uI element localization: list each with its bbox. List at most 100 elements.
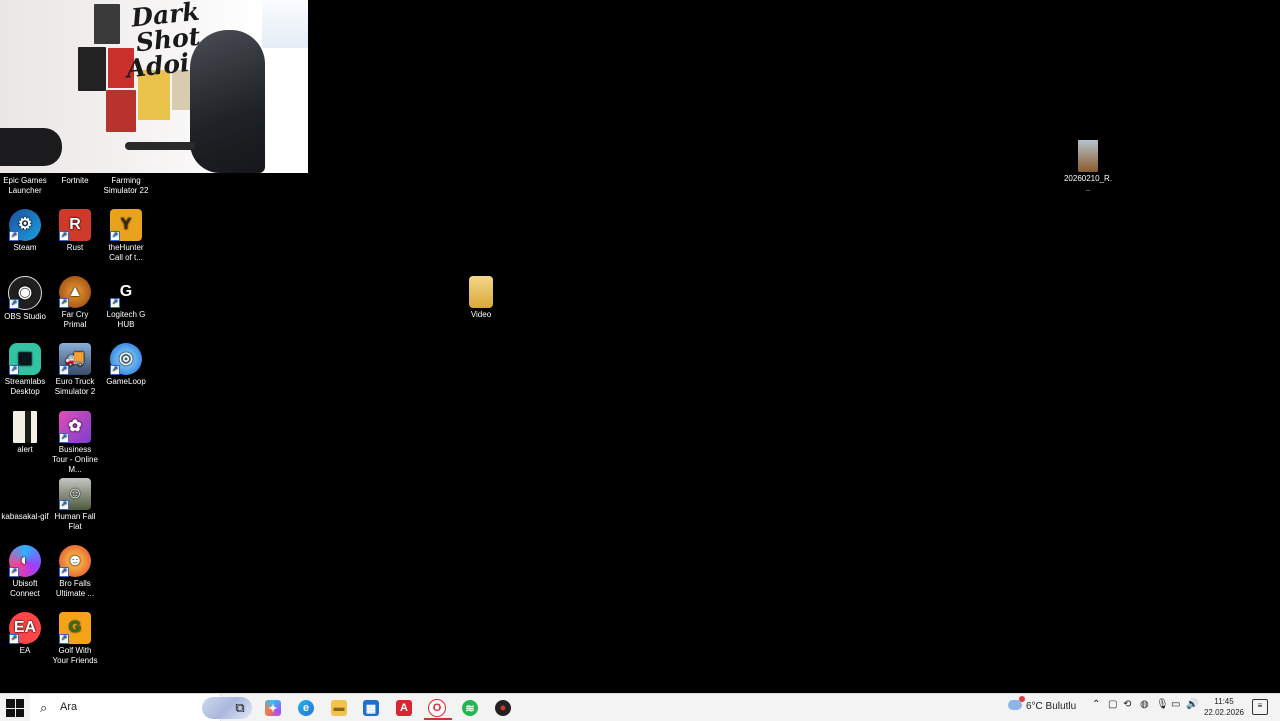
clock-time: 11:45: [1214, 697, 1234, 706]
chair: [190, 30, 265, 173]
notification-icon[interactable]: ≡: [1252, 699, 1268, 715]
obs-icon: ◉ ↗: [8, 276, 42, 310]
spotify-icon: ≋: [462, 700, 478, 716]
desktop-icon-gameloop[interactable]: ◎ ↗ GameLoop: [101, 343, 151, 387]
folder-icon: ▬: [331, 700, 347, 716]
desktop-icon-euro-truck-simulator-2[interactable]: 🚚 ↗ Euro Truck Simulator 2: [50, 343, 100, 397]
icon-label: Logitech G HUB: [106, 310, 146, 329]
network-icon[interactable]: ▭: [1171, 699, 1180, 710]
desktop-icon-streamlabs-desktop[interactable]: ▣ ↗ Streamlabs Desktop: [0, 343, 50, 397]
gameloop-icon: ◎ ↗: [110, 343, 142, 375]
icon-label: theHunter Call of t...: [108, 243, 144, 262]
clock[interactable]: 11:45 22.02.2026: [1198, 696, 1250, 718]
desktop-icon-alert[interactable]: alert: [0, 411, 50, 455]
task-view-button[interactable]: ⧉: [229, 697, 251, 719]
start-button[interactable]: [6, 699, 24, 717]
ubisoft-icon: ◐ ↗: [9, 545, 41, 577]
tray-sync-icon[interactable]: ⟲: [1123, 699, 1131, 710]
taskbar: ⌕ Ara ⧉ ✦ e ▬ ▦ A O ≋ ● 6°C Bulutlu ⌃ ▢ …: [0, 693, 1280, 721]
icon-label: Ubisoft Connect: [10, 579, 40, 598]
webcam-overlay: Dark Shot Adoist: [0, 0, 308, 173]
desktop-icon-logitech-g-hub[interactable]: G ↗ Logitech G HUB: [101, 276, 151, 330]
desktop-icon-obs-studio[interactable]: ◉ ↗ OBS Studio: [0, 276, 50, 322]
weather-widget[interactable]: 6°C Bulutlu: [1008, 696, 1077, 712]
app-button[interactable]: ●: [492, 697, 514, 719]
icon-label: Human Fall Flat: [54, 512, 96, 531]
icon-label: Business Tour - Online M...: [52, 445, 98, 474]
desktop-icon-fortnite[interactable]: Fortnite: [50, 176, 100, 186]
edge-button[interactable]: e: [295, 697, 317, 719]
icon-label: Rust: [66, 243, 84, 252]
desktop-icon-thehunter[interactable]: Y ↗ theHunter Call of t...: [101, 209, 151, 263]
truck-icon: 🚚 ↗: [59, 343, 91, 375]
icon-label: kabasakal-gif: [1, 512, 49, 521]
adobe-button[interactable]: A: [393, 697, 415, 719]
file-explorer-button[interactable]: ▬: [328, 697, 350, 719]
search-placeholder: Ara: [60, 701, 78, 713]
steam-icon: ⚙ ↗: [9, 209, 41, 241]
icon-label: Bro Falls Ultimate ...: [55, 579, 95, 598]
icon-label: Streamlabs Desktop: [4, 377, 46, 396]
icon-label: alert: [17, 445, 33, 454]
icon-label: Euro Truck Simulator 2: [54, 377, 96, 396]
desktop-icon-golf-with-your-friends[interactable]: G ↗ Golf With Your Friends: [50, 612, 100, 666]
desktop-icon-farming-simulator-22[interactable]: Farming Simulator 22: [101, 176, 151, 196]
thehunter-icon: Y ↗: [110, 209, 142, 241]
app-icon: ●: [495, 700, 511, 716]
desktop-icon-image-file[interactable]: 20260210_R...: [1063, 140, 1113, 194]
desktop-icon-ea[interactable]: EA ↗ EA: [0, 612, 50, 656]
adobe-icon: A: [396, 700, 412, 716]
desktop-icon-kabasakal-gif[interactable]: kabasakal-gif: [0, 512, 50, 522]
window-background: [262, 0, 308, 48]
copilot-button[interactable]: ✦: [262, 697, 284, 719]
icon-label: EA: [19, 646, 31, 655]
spotify-button[interactable]: ≋: [459, 697, 481, 719]
cloud-icon: [1008, 696, 1025, 710]
taskbar-search[interactable]: ⌕ Ara: [30, 694, 221, 721]
clock-date: 22.02.2026: [1203, 708, 1245, 717]
edge-icon: e: [298, 700, 314, 716]
desktop-icon-business-tour[interactable]: ✿ ↗ Business Tour - Online M...: [50, 411, 100, 475]
business-tour-icon: ✿ ↗: [59, 411, 91, 443]
desktop-icon-steam[interactable]: ⚙ ↗ Steam: [0, 209, 50, 253]
icon-label: 20260210_R...: [1063, 174, 1113, 193]
icon-label: Fortnite: [61, 176, 89, 185]
tray-network-icon[interactable]: ◍: [1140, 699, 1149, 710]
store-button[interactable]: ▦: [360, 697, 382, 719]
desktop-icon-bro-falls[interactable]: ☻ ↗ Bro Falls Ultimate ...: [50, 545, 100, 599]
ea-icon: EA ↗: [9, 612, 41, 644]
file-icon: [13, 411, 37, 443]
human-fall-flat-icon: ☺ ↗: [59, 478, 91, 510]
desktop-icon-far-cry-primal[interactable]: ▲ ↗ Far Cry Primal: [50, 276, 100, 330]
desktop-icon-ubisoft-connect[interactable]: ◐ ↗ Ubisoft Connect: [0, 545, 50, 599]
streamlabs-icon: ▣ ↗: [9, 343, 41, 375]
image-file-icon: [1078, 140, 1098, 172]
desktop-icon-video-folder[interactable]: Video: [456, 276, 506, 320]
bro-falls-icon: ☻ ↗: [59, 545, 91, 577]
icon-label: Video: [470, 310, 492, 319]
icon-label: OBS Studio: [4, 312, 46, 321]
poster: [106, 90, 136, 132]
microphone: [0, 128, 62, 166]
tray-app-icon[interactable]: ▢: [1108, 699, 1117, 710]
icon-label: Golf With Your Friends: [52, 646, 98, 665]
icon-label: Epic Games Launcher: [3, 176, 47, 195]
store-icon: ▦: [363, 700, 379, 716]
desktop-icon-rust[interactable]: R ↗ Rust: [50, 209, 100, 253]
desktop-icon-human-fall-flat[interactable]: ☺ ↗ Human Fall Flat: [50, 478, 100, 532]
chevron-up-icon[interactable]: ⌃: [1092, 699, 1100, 710]
microphone-icon[interactable]: 🎙: [1156, 699, 1169, 710]
windows-logo-icon: [6, 699, 15, 708]
task-view-icon: ⧉: [235, 700, 245, 715]
chair-arm: [125, 142, 195, 150]
weather-text: 6°C Bulutlu: [1026, 701, 1077, 712]
volume-icon[interactable]: 🔊: [1186, 699, 1198, 710]
opera-button[interactable]: O: [426, 697, 448, 719]
logitech-g-icon: G ↗: [110, 276, 142, 308]
icon-label: Far Cry Primal: [61, 310, 89, 329]
desktop-icon-epic-games-launcher[interactable]: Epic Games Launcher: [0, 176, 50, 196]
poster: [78, 47, 106, 91]
search-icon: ⌕: [40, 700, 48, 715]
far-cry-icon: ▲ ↗: [59, 276, 91, 308]
icon-label: Farming Simulator 22: [103, 176, 149, 195]
